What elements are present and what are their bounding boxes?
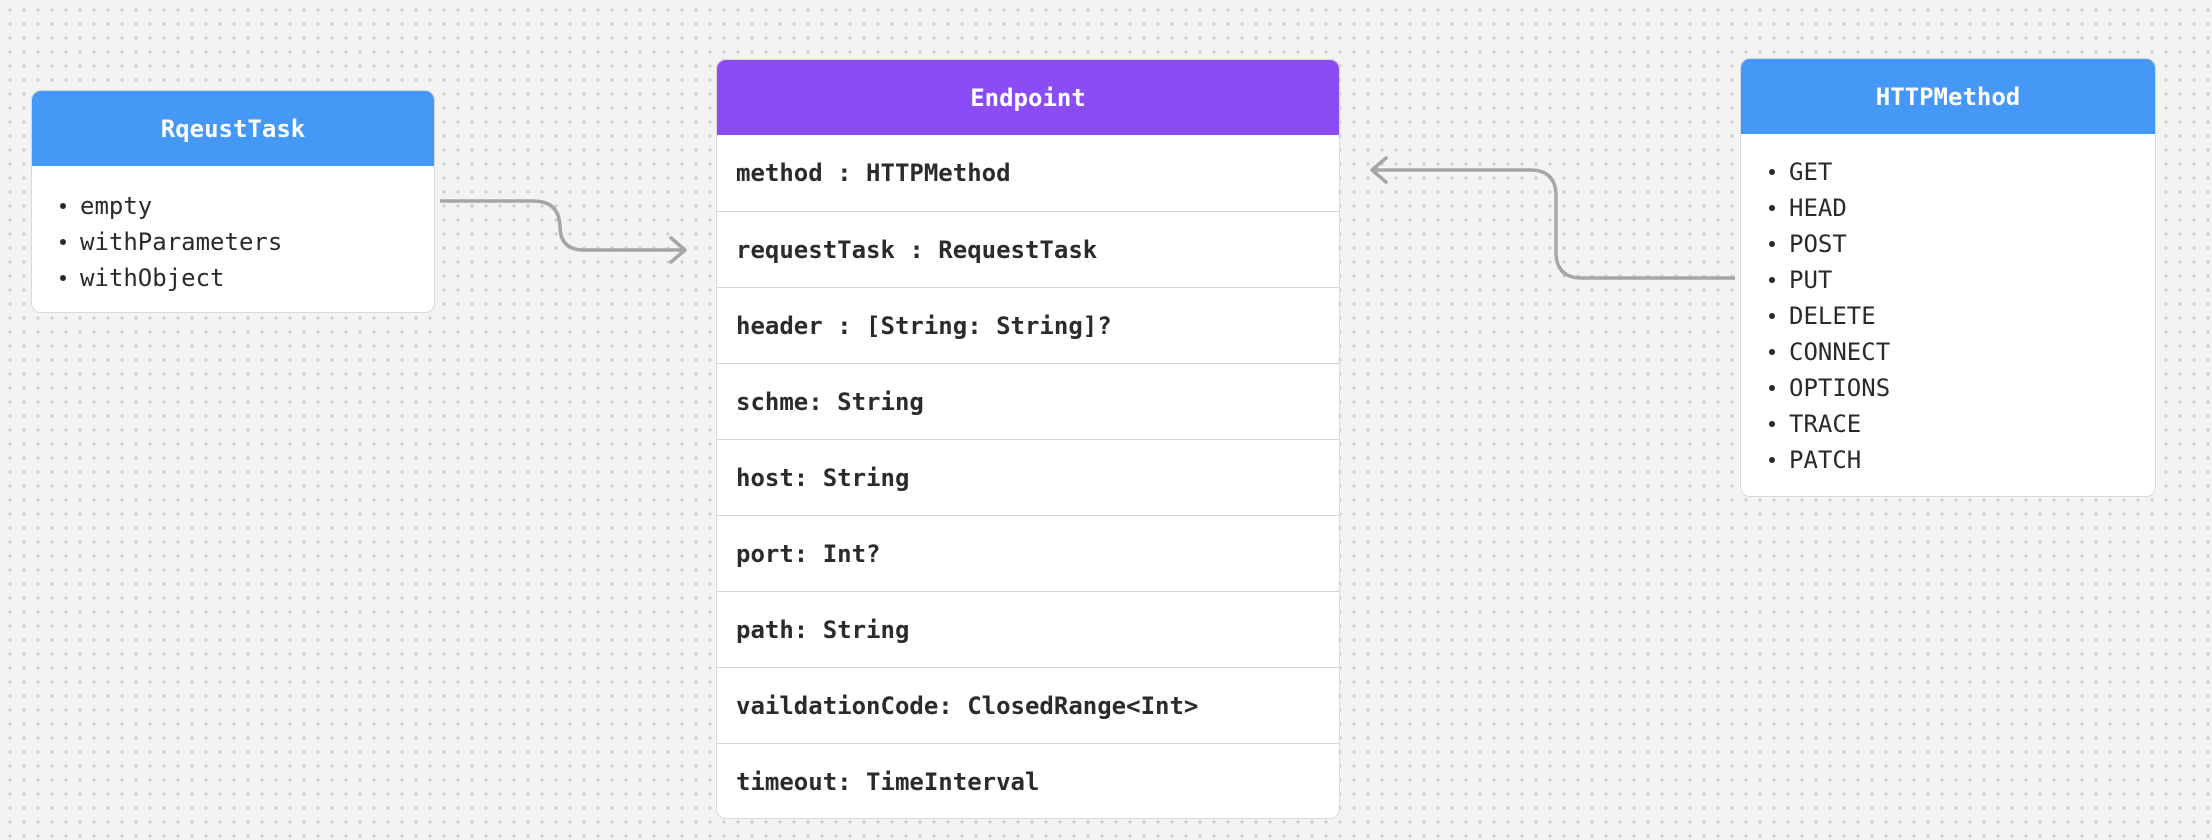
requesttask-card[interactable]: RqeustTask empty withParameters withObje…: [31, 90, 435, 313]
endpoint-field-label: path: String: [736, 615, 910, 644]
httpmethod-case-label: GET: [1789, 158, 1833, 186]
bullet-icon: [1769, 349, 1775, 355]
httpmethod-arrowhead: [1370, 156, 1388, 184]
endpoint-field: host: String: [717, 439, 1339, 515]
requesttask-case: withParameters: [60, 224, 434, 260]
bullet-icon: [1769, 313, 1775, 319]
requesttask-case-list: empty withParameters withObject: [32, 166, 434, 296]
httpmethod-case: OPTIONS: [1769, 370, 2155, 406]
bullet-icon: [1769, 457, 1775, 463]
requesttask-case-label: withParameters: [80, 228, 283, 256]
endpoint-field-label: requestTask : RequestTask: [736, 235, 1098, 264]
httpmethod-case-list: GET HEAD POST PUT DELETE CONNECT OPTIONS…: [1741, 134, 2155, 478]
httpmethod-case-label: POST: [1789, 230, 1847, 258]
endpoint-field: port: Int?: [717, 515, 1339, 591]
requesttask-title: RqeustTask: [160, 114, 306, 143]
httpmethod-case: PUT: [1769, 262, 2155, 298]
endpoint-field: timeout: TimeInterval: [717, 743, 1339, 818]
requesttask-case-label: withObject: [80, 264, 225, 292]
requesttask-arrowhead: [669, 236, 687, 264]
endpoint-field-label: port: Int?: [736, 539, 881, 568]
httpmethod-case-label: PATCH: [1789, 446, 1862, 474]
bullet-icon: [1769, 169, 1775, 175]
bullet-icon: [60, 203, 66, 209]
requesttask-case: empty: [60, 188, 434, 224]
requesttask-to-endpoint-connector: [440, 199, 684, 252]
endpoint-field: requestTask : RequestTask: [717, 211, 1339, 287]
bullet-icon: [60, 239, 66, 245]
bullet-icon: [1769, 277, 1775, 283]
httpmethod-case-label: DELETE: [1789, 302, 1876, 330]
endpoint-field: schme: String: [717, 363, 1339, 439]
bullet-icon: [1769, 385, 1775, 391]
httpmethod-case-label: HEAD: [1789, 194, 1847, 222]
bullet-icon: [1769, 241, 1775, 247]
endpoint-field-label: host: String: [736, 463, 910, 492]
endpoint-header: Endpoint: [717, 60, 1339, 135]
endpoint-field: header : [String: String]?: [717, 287, 1339, 363]
requesttask-case: withObject: [60, 260, 434, 296]
httpmethod-header: HTTPMethod: [1741, 59, 2155, 134]
bullet-icon: [1769, 421, 1775, 427]
endpoint-title: Endpoint: [970, 83, 1086, 112]
httpmethod-case: CONNECT: [1769, 334, 2155, 370]
endpoint-field-label: schme: String: [736, 387, 924, 416]
httpmethod-case-label: CONNECT: [1789, 338, 1891, 366]
httpmethod-title: HTTPMethod: [1875, 82, 2021, 111]
httpmethod-case: DELETE: [1769, 298, 2155, 334]
endpoint-field: vaildationCode: ClosedRange<Int>: [717, 667, 1339, 743]
httpmethod-case: HEAD: [1769, 190, 2155, 226]
endpoint-field-label: method : HTTPMethod: [736, 159, 1011, 187]
requesttask-header: RqeustTask: [32, 91, 434, 166]
endpoint-field-label: vaildationCode: ClosedRange<Int>: [736, 691, 1199, 720]
httpmethod-to-endpoint-connector: [1372, 168, 1735, 280]
httpmethod-card[interactable]: HTTPMethod GET HEAD POST PUT DELETE CONN…: [1740, 58, 2156, 497]
endpoint-field: method : HTTPMethod: [717, 135, 1339, 211]
httpmethod-case-label: TRACE: [1789, 410, 1862, 438]
requesttask-case-label: empty: [80, 192, 153, 220]
httpmethod-case: GET: [1769, 154, 2155, 190]
httpmethod-case-label: OPTIONS: [1789, 374, 1891, 402]
httpmethod-case: PATCH: [1769, 442, 2155, 478]
endpoint-field: path: String: [717, 591, 1339, 667]
httpmethod-case: POST: [1769, 226, 2155, 262]
bullet-icon: [60, 275, 66, 281]
bullet-icon: [1769, 205, 1775, 211]
endpoint-card[interactable]: Endpoint method : HTTPMethod requestTask…: [716, 59, 1340, 819]
httpmethod-case-label: PUT: [1789, 266, 1833, 294]
httpmethod-case: TRACE: [1769, 406, 2155, 442]
endpoint-field-label: timeout: TimeInterval: [736, 767, 1040, 796]
endpoint-field-list: method : HTTPMethod requestTask : Reques…: [717, 135, 1339, 818]
endpoint-field-label: header : [String: String]?: [736, 311, 1112, 340]
